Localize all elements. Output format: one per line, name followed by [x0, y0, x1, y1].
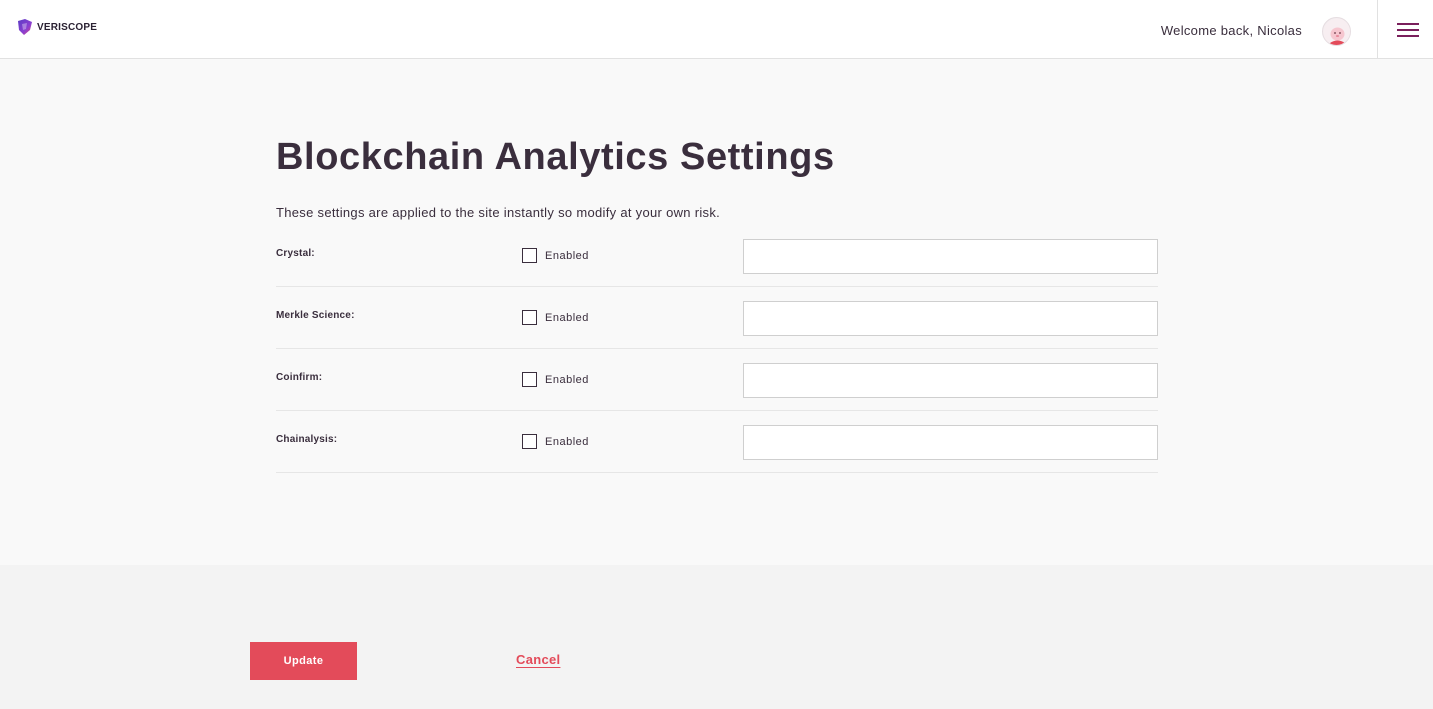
- cancel-link[interactable]: Cancel: [516, 652, 560, 667]
- settings-panel: Blockchain Analytics Settings These sett…: [0, 59, 1433, 565]
- chainalysis-api-key-input[interactable]: [743, 425, 1158, 460]
- setting-row-merkle-science: Merkle Science: Enabled: [276, 287, 1158, 349]
- enabled-checkbox[interactable]: [522, 310, 537, 325]
- enabled-checkbox[interactable]: [522, 248, 537, 263]
- enabled-toggle[interactable]: Enabled: [522, 372, 589, 387]
- setting-label: Chainalysis:: [276, 434, 338, 445]
- setting-row-coinfirm: Coinfirm: Enabled: [276, 349, 1158, 411]
- avatar[interactable]: [1322, 17, 1351, 46]
- crystal-api-key-input[interactable]: [743, 239, 1158, 274]
- page-description: These settings are applied to the site i…: [276, 205, 721, 220]
- enabled-label: Enabled: [545, 249, 589, 262]
- enabled-label: Enabled: [545, 373, 589, 386]
- veriscope-logo-icon: [18, 19, 32, 35]
- enabled-toggle[interactable]: Enabled: [522, 310, 589, 325]
- veriscope-logo[interactable]: VERISCOPE: [16, 18, 97, 36]
- enabled-checkbox[interactable]: [522, 372, 537, 387]
- form-actions: Update Cancel: [0, 565, 1433, 709]
- setting-label: Merkle Science:: [276, 310, 355, 321]
- enabled-toggle[interactable]: Enabled: [522, 248, 589, 263]
- enabled-label: Enabled: [545, 435, 589, 448]
- merkle-science-api-key-input[interactable]: [743, 301, 1158, 336]
- header-divider: [1377, 0, 1378, 59]
- enabled-checkbox[interactable]: [522, 434, 537, 449]
- setting-label: Crystal:: [276, 248, 315, 259]
- welcome-message: Welcome back, Nicolas: [1160, 23, 1302, 38]
- update-button[interactable]: Update: [250, 642, 357, 680]
- setting-row-crystal: Crystal: Enabled: [276, 225, 1158, 287]
- enabled-label: Enabled: [545, 311, 589, 324]
- coinfirm-api-key-input[interactable]: [743, 363, 1158, 398]
- setting-row-chainalysis: Chainalysis: Enabled: [276, 411, 1158, 473]
- logo-text: VERISCOPE: [37, 21, 98, 33]
- setting-label: Coinfirm:: [276, 372, 323, 383]
- user-avatar-icon: [1323, 18, 1350, 45]
- enabled-toggle[interactable]: Enabled: [522, 434, 589, 449]
- page-title: Blockchain Analytics Settings: [276, 136, 835, 178]
- hamburger-menu-icon[interactable]: [1397, 23, 1419, 39]
- analytics-settings-list: Crystal: Enabled Merkle Science: Enabled…: [276, 225, 1158, 473]
- top-header: VERISCOPE Welcome back, Nicolas: [0, 0, 1433, 59]
